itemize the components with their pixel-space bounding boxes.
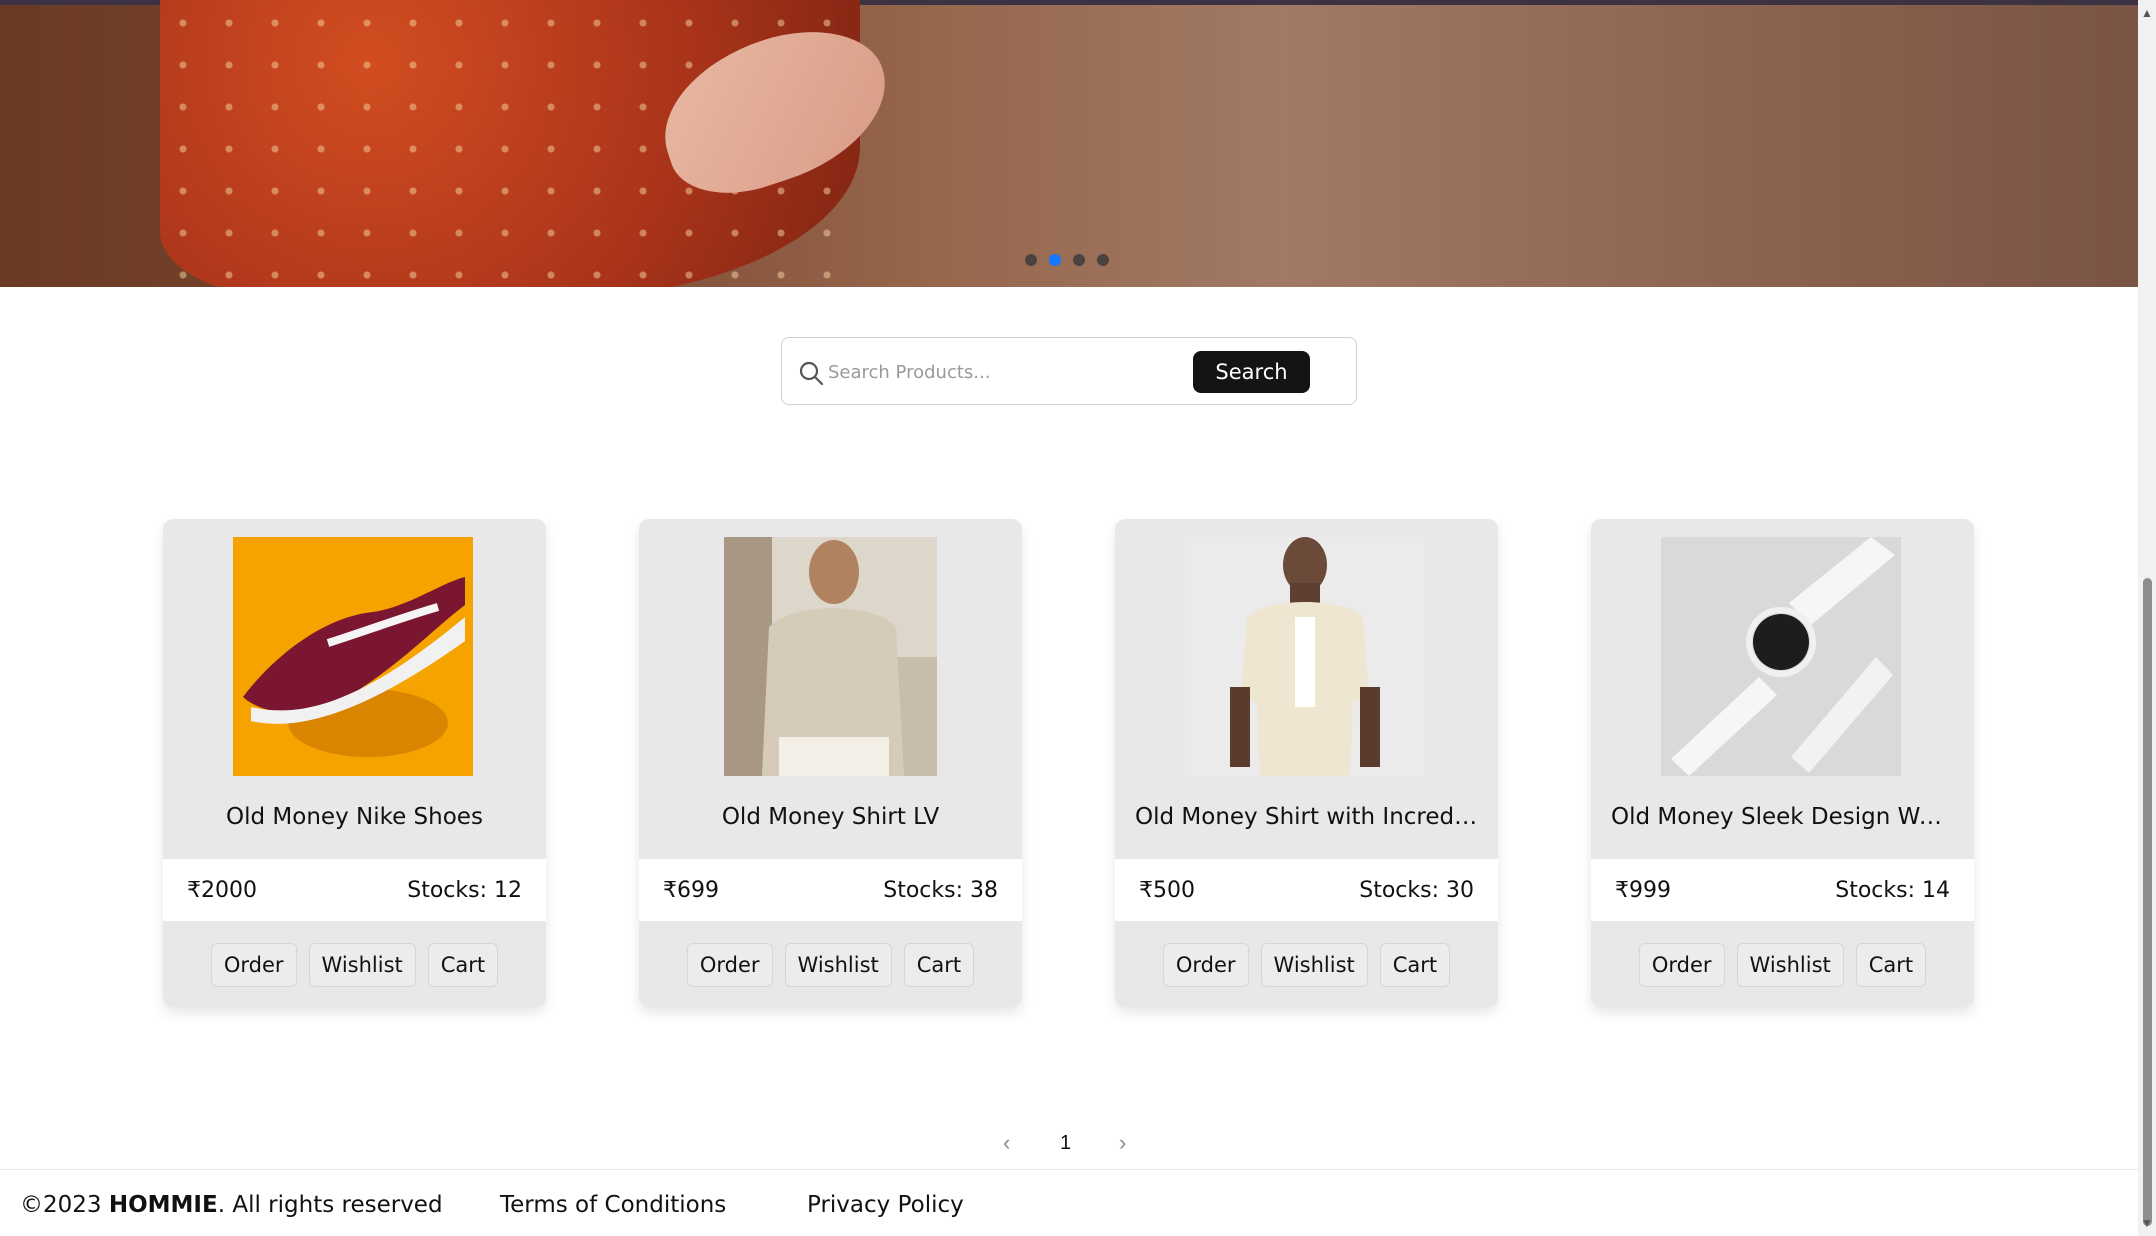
product-card: Old Money Nike Shoes ₹2000 Stocks: 12 Or… [163, 519, 546, 1007]
carousel-dot-3[interactable] [1073, 254, 1085, 266]
wishlist-button[interactable]: Wishlist [1736, 943, 1844, 987]
site-footer: ©2023 HOMMIE. All rights reserved Terms … [0, 1169, 2138, 1236]
hero-carousel[interactable] [0, 0, 2138, 287]
product-actions: Order Wishlist Cart [639, 943, 1022, 987]
product-info-row: ₹699 Stocks: 38 [639, 859, 1022, 921]
product-search-box: Search [781, 337, 1357, 405]
terms-link[interactable]: Terms of Conditions [500, 1192, 726, 1218]
cart-button[interactable]: Cart [427, 943, 499, 987]
brand-name: HOMMIE [108, 1192, 218, 1218]
product-card: Old Money Shirt with Incredi... ₹500 Sto… [1115, 519, 1498, 1007]
product-price: ₹699 [663, 877, 719, 903]
search-icon [799, 361, 824, 386]
scrollbar-thumb[interactable] [2143, 578, 2152, 1226]
product-info-row: ₹500 Stocks: 30 [1115, 859, 1498, 921]
cart-button[interactable]: Cart [1379, 943, 1451, 987]
order-button[interactable]: Order [1638, 943, 1725, 987]
privacy-link[interactable]: Privacy Policy [807, 1192, 964, 1218]
search-input[interactable] [828, 352, 1208, 392]
carousel-dot-2[interactable] [1049, 254, 1061, 266]
product-info-row: ₹2000 Stocks: 12 [163, 859, 546, 921]
product-name[interactable]: Old Money Nike Shoes [163, 804, 546, 830]
copyright-prefix: ©2023 [20, 1192, 109, 1218]
order-button[interactable]: Order [210, 943, 297, 987]
order-button[interactable]: Order [1162, 943, 1249, 987]
product-actions: Order Wishlist Cart [163, 943, 546, 987]
product-stock: Stocks: 14 [1835, 877, 1950, 903]
chevron-left-icon[interactable]: ‹ [1003, 1130, 1010, 1156]
product-info-row: ₹999 Stocks: 14 [1591, 859, 1974, 921]
page-number[interactable]: 1 [1060, 1132, 1071, 1155]
wishlist-button[interactable]: Wishlist [308, 943, 416, 987]
copyright-suffix: . All rights reserved [217, 1192, 443, 1218]
order-button[interactable]: Order [686, 943, 773, 987]
page-scrollbar[interactable]: ▲ ▼ [2138, 0, 2156, 1236]
product-image-shoes [233, 537, 473, 776]
product-card: Old Money Shirt LV ₹699 Stocks: 38 Order… [639, 519, 1022, 1007]
product-actions: Order Wishlist Cart [1115, 943, 1498, 987]
scroll-up-icon[interactable]: ▲ [2141, 6, 2153, 20]
product-image-watch [1661, 537, 1901, 776]
product-card: Old Money Sleek Design Wa... ₹999 Stocks… [1591, 519, 1974, 1007]
product-name[interactable]: Old Money Sleek Design Wa... [1591, 804, 1974, 830]
product-actions: Order Wishlist Cart [1591, 943, 1974, 987]
pagination: ‹ 1 › [995, 1130, 1145, 1160]
carousel-dot-4[interactable] [1097, 254, 1109, 266]
wishlist-button[interactable]: Wishlist [784, 943, 892, 987]
product-stock: Stocks: 38 [883, 877, 998, 903]
carousel-dot-1[interactable] [1025, 254, 1037, 266]
cart-button[interactable]: Cart [903, 943, 975, 987]
product-stock: Stocks: 30 [1359, 877, 1474, 903]
product-price: ₹999 [1615, 877, 1671, 903]
carousel-dots [1025, 254, 1109, 266]
product-image-shirt [1185, 537, 1425, 776]
cart-button[interactable]: Cart [1855, 943, 1927, 987]
search-button[interactable]: Search [1193, 351, 1310, 393]
wishlist-button[interactable]: Wishlist [1260, 943, 1368, 987]
scroll-down-icon[interactable]: ▼ [2141, 1216, 2153, 1230]
product-stock: Stocks: 12 [407, 877, 522, 903]
product-name[interactable]: Old Money Shirt with Incredi... [1115, 804, 1498, 830]
product-price: ₹500 [1139, 877, 1195, 903]
copyright-text: ©2023 HOMMIE. All rights reserved [20, 1192, 443, 1218]
product-image-shirt-lv [724, 537, 937, 776]
product-price: ₹2000 [187, 877, 257, 903]
product-name[interactable]: Old Money Shirt LV [639, 804, 1022, 830]
chevron-right-icon[interactable]: › [1119, 1130, 1126, 1156]
